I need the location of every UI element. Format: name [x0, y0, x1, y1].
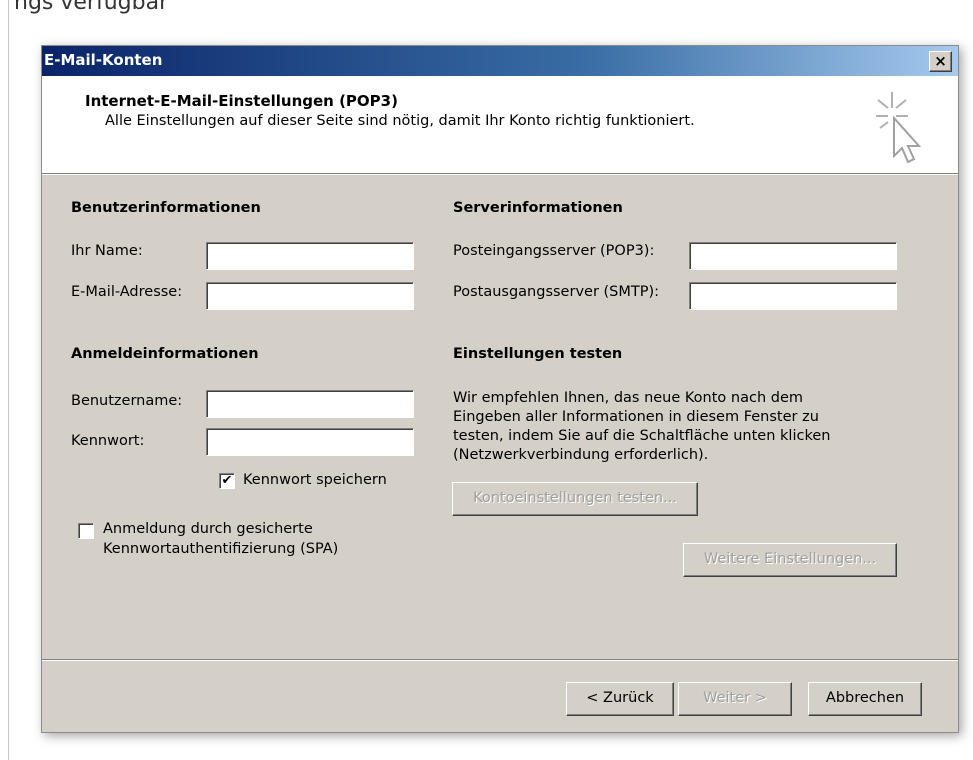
incoming-server-label: Posteingangsserver (POP3):: [453, 243, 655, 259]
more-settings-button[interactable]: Weitere Einstellungen...: [683, 543, 897, 577]
spa-label-line2: Kennwortauthentifizierung (SPA): [103, 541, 339, 557]
save-password-label: Kennwort speichern: [243, 472, 387, 488]
footer-separator: [42, 659, 958, 661]
wizard-cursor-icon: [876, 92, 922, 164]
close-button[interactable]: ×: [929, 51, 952, 72]
server-info-heading: Serverinformationen: [453, 200, 623, 216]
outgoing-server-field[interactable]: [689, 282, 897, 310]
outgoing-server-label: Postausgangsserver (SMTP):: [453, 284, 660, 300]
back-button[interactable]: < Zurück: [566, 682, 674, 716]
name-field[interactable]: [206, 242, 414, 270]
title-bar[interactable]: E-Mail-Konten ×: [42, 46, 958, 76]
username-field[interactable]: [206, 390, 414, 418]
incoming-server-field[interactable]: [689, 242, 897, 270]
email-accounts-dialog: E-Mail-Konten × Internet-E-Mail-Einstell…: [41, 45, 959, 733]
name-label: Ihr Name:: [71, 243, 143, 259]
window-title: E-Mail-Konten: [44, 51, 163, 69]
password-label: Kennwort:: [71, 433, 145, 449]
password-field[interactable]: [206, 428, 414, 456]
login-info-heading: Anmeldeinformationen: [71, 346, 259, 362]
header-separator: [42, 174, 958, 175]
email-field[interactable]: [206, 282, 414, 310]
wizard-header: Internet-E-Mail-Einstellungen (POP3) All…: [42, 76, 958, 174]
test-settings-heading: Einstellungen testen: [453, 346, 623, 362]
test-description-line1: Wir empfehlen Ihnen, das neue Konto nach…: [453, 390, 804, 406]
save-password-checkbox[interactable]: ✔: [219, 473, 235, 489]
user-info-heading: Benutzerinformationen: [71, 200, 261, 216]
test-description-line4: (Netzwerkverbindung erforderlich).: [453, 447, 709, 463]
header-title: Internet-E-Mail-Einstellungen (POP3): [85, 92, 398, 110]
spa-label-line1: Anmeldung durch gesicherte: [103, 521, 313, 537]
test-description-line2: Eingeben aller Informationen in diesem F…: [453, 409, 819, 425]
next-button[interactable]: Weiter >: [678, 682, 792, 716]
page-top-text: ngs verfügbar: [14, 0, 169, 15]
spa-checkbox[interactable]: [78, 523, 94, 539]
email-label: E-Mail-Adresse:: [71, 284, 183, 300]
test-description-line3: testen, indem Sie auf die Schaltfläche u…: [453, 428, 831, 444]
username-label: Benutzername:: [71, 393, 183, 409]
header-subtitle: Alle Einstellungen auf dieser Seite sind…: [105, 113, 695, 129]
cancel-button[interactable]: Abbrechen: [808, 682, 922, 716]
test-account-settings-button[interactable]: Kontoeinstellungen testen...: [452, 482, 698, 516]
